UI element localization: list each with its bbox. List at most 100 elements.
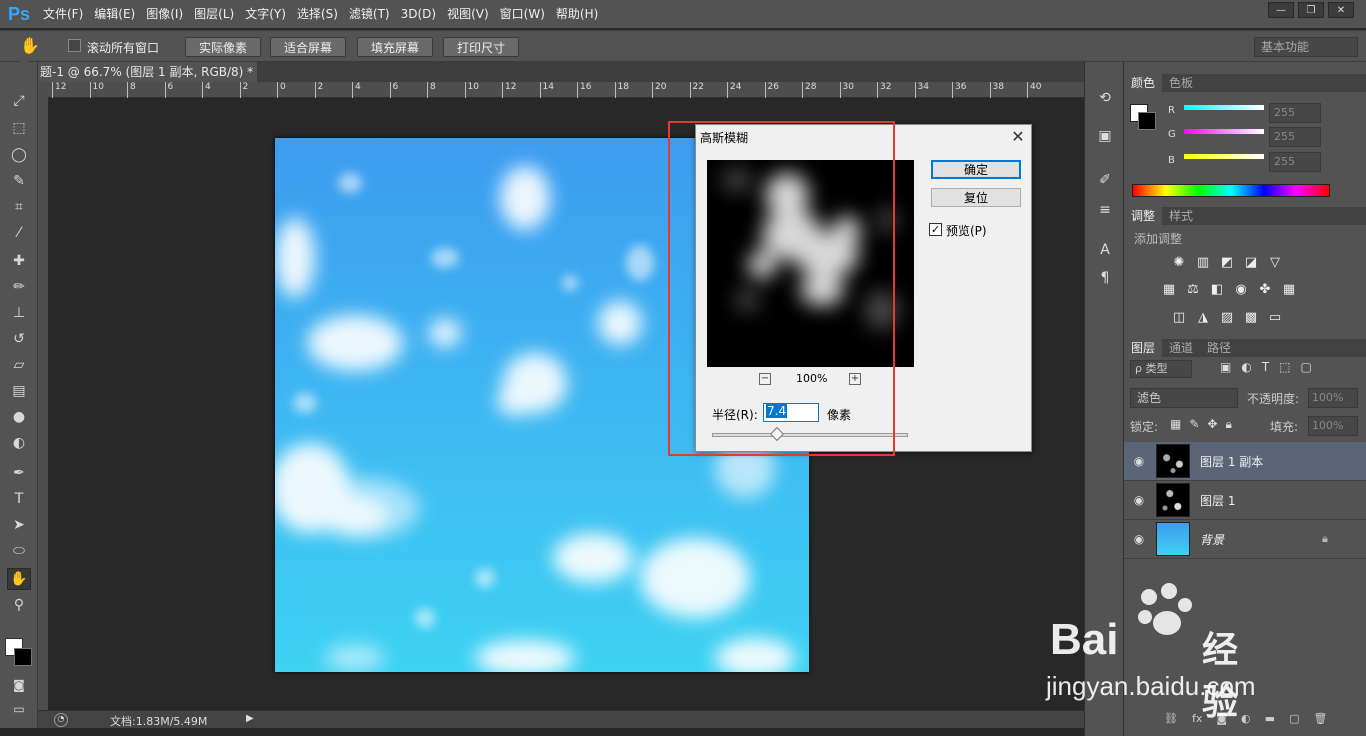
menu-layer[interactable]: 图层(L)	[189, 0, 239, 28]
pen-tool-icon[interactable]: ✒	[7, 462, 31, 484]
lock-position-icon[interactable]: ✥	[1207, 417, 1217, 432]
zoom-in-button[interactable]: +	[849, 373, 861, 385]
visibility-eye-icon[interactable]: ◉	[1124, 493, 1154, 507]
scroll-all-windows-checkbox[interactable]	[68, 39, 81, 52]
lasso-tool-icon[interactable]: ◯	[7, 144, 31, 166]
levels-icon[interactable]: ▥	[1194, 253, 1212, 271]
quick-mask-icon[interactable]: ◙	[7, 674, 31, 696]
menu-3d[interactable]: 3D(D)	[396, 0, 441, 28]
background-color-swatch[interactable]	[14, 648, 32, 666]
panel-background-swatch[interactable]	[1138, 112, 1156, 130]
invert-icon[interactable]: ◫	[1170, 308, 1188, 326]
menu-view[interactable]: 视图(V)	[442, 0, 494, 28]
eraser-tool-icon[interactable]: ▱	[7, 354, 31, 376]
tab-adjustments[interactable]: 调整	[1124, 207, 1163, 225]
blur-preview[interactable]	[707, 160, 914, 367]
zoom-out-button[interactable]: −	[759, 373, 771, 385]
ok-button[interactable]: 确定	[931, 160, 1021, 179]
layer-row-copy[interactable]: ◉ 图层 1 副本	[1124, 442, 1366, 481]
hue-saturation-icon[interactable]: ▦	[1160, 280, 1178, 298]
black-white-icon[interactable]: ◧	[1208, 280, 1226, 298]
screen-mode-icon[interactable]: ▭	[7, 698, 31, 720]
threshold-icon[interactable]: ▨	[1218, 308, 1236, 326]
selective-color-icon[interactable]: ▩	[1242, 308, 1260, 326]
radius-input[interactable]: 7.4	[763, 403, 819, 422]
filter-smart-icon[interactable]: ▢	[1301, 360, 1312, 374]
filter-shape-icon[interactable]: ⬚	[1279, 360, 1290, 374]
menu-image[interactable]: 图像(I)	[141, 0, 188, 28]
tab-color[interactable]: 颜色	[1124, 74, 1163, 92]
marquee-tool-icon[interactable]: ⬚	[7, 117, 31, 139]
brush-presets-icon[interactable]: ≡	[1095, 200, 1115, 220]
tab-swatches[interactable]: 色板	[1162, 74, 1200, 92]
document-tab[interactable]: 题-1 @ 66.7% (图层 1 副本, RGB/8) * ×	[38, 62, 258, 99]
new-group-icon[interactable]: ▬	[1265, 712, 1275, 725]
photo-filter-icon[interactable]: ◉	[1232, 280, 1250, 298]
brush-panel-icon[interactable]: ✐	[1095, 170, 1115, 190]
color-balance-icon[interactable]: ⚖	[1184, 280, 1202, 298]
layer-style-icon[interactable]: fx	[1192, 712, 1202, 725]
color-spectrum-bar[interactable]	[1132, 184, 1330, 197]
channel-b-value[interactable]: 255	[1269, 152, 1321, 172]
link-layers-icon[interactable]: ⛓	[1164, 712, 1178, 725]
channel-r-slider[interactable]	[1184, 105, 1264, 110]
menu-help[interactable]: 帮助(H)	[551, 0, 603, 28]
workspace-select[interactable]: 基本功能	[1254, 37, 1358, 57]
posterize-icon[interactable]: ◮	[1194, 308, 1212, 326]
fill-screen-button[interactable]: 填充屏幕	[357, 37, 433, 57]
brush-tool-icon[interactable]: ✏	[7, 276, 31, 298]
fit-screen-button[interactable]: 适合屏幕	[270, 37, 346, 57]
move-tool-icon[interactable]: ⤢	[7, 90, 31, 112]
menu-type[interactable]: 文字(Y)	[240, 0, 291, 28]
menu-filter[interactable]: 滤镜(T)	[344, 0, 395, 28]
menu-window[interactable]: 窗口(W)	[495, 0, 550, 28]
channel-b-slider[interactable]	[1184, 154, 1264, 159]
fill-input[interactable]: 100%	[1308, 416, 1358, 436]
gradient-tool-icon[interactable]: ▤	[7, 380, 31, 402]
curves-icon[interactable]: ◩	[1218, 253, 1236, 271]
visibility-eye-icon[interactable]: ◉	[1124, 532, 1154, 546]
tab-styles[interactable]: 样式	[1162, 207, 1200, 225]
properties-panel-icon[interactable]: ▣	[1095, 126, 1115, 146]
channel-g-slider[interactable]	[1184, 129, 1264, 134]
actual-pixels-button[interactable]: 实际像素	[185, 37, 261, 57]
filter-adjustment-icon[interactable]: ◐	[1241, 360, 1251, 374]
dialog-close-icon[interactable]: ✕	[1008, 127, 1028, 146]
lock-all-icon[interactable]: 🔒︎	[1225, 417, 1231, 432]
layer-filter-select[interactable]: ρ 类型	[1130, 360, 1192, 378]
filter-type-icon[interactable]: T	[1262, 360, 1269, 374]
print-size-button[interactable]: 打印尺寸	[443, 37, 519, 57]
channel-g-value[interactable]: 255	[1269, 127, 1321, 147]
healing-brush-tool-icon[interactable]: ✚	[7, 250, 31, 272]
minimize-button[interactable]: —	[1268, 2, 1294, 18]
new-adjustment-icon[interactable]: ◐	[1241, 712, 1251, 725]
lock-pixels-icon[interactable]: ✎	[1189, 417, 1199, 432]
hand-tool-preset-icon[interactable]: ✋▾	[20, 36, 46, 74]
tab-layers[interactable]: 图层	[1124, 339, 1163, 357]
character-panel-icon[interactable]: A	[1095, 240, 1115, 260]
color-lookup-icon[interactable]: ▦	[1280, 280, 1298, 298]
exposure-icon[interactable]: ◪	[1242, 253, 1260, 271]
menu-edit[interactable]: 编辑(E)	[89, 0, 140, 28]
paragraph-panel-icon[interactable]: ¶	[1095, 268, 1115, 288]
layer-row-background[interactable]: ◉ 背景 🔒︎	[1124, 520, 1366, 559]
dodge-tool-icon[interactable]: ◐	[7, 432, 31, 454]
ellipse-tool-icon[interactable]: ⬭	[7, 540, 31, 562]
restore-button[interactable]: ❐	[1298, 2, 1324, 18]
preview-checkbox[interactable]: ✓	[929, 223, 942, 236]
crop-tool-icon[interactable]: ⌗	[7, 196, 31, 218]
quick-select-tool-icon[interactable]: ✎	[7, 170, 31, 192]
brightness-icon[interactable]: ✺	[1170, 253, 1188, 271]
history-panel-icon[interactable]: ⟲	[1095, 88, 1115, 108]
status-menu-icon[interactable]: ◔	[54, 713, 68, 727]
channel-r-value[interactable]: 255	[1269, 103, 1321, 123]
tab-channels[interactable]: 通道	[1162, 339, 1200, 357]
vibrance-icon[interactable]: ▽	[1266, 253, 1284, 271]
tab-paths[interactable]: 路径	[1200, 339, 1238, 357]
stamp-tool-icon[interactable]: ⊥	[7, 302, 31, 324]
channel-mixer-icon[interactable]: ✤	[1256, 280, 1274, 298]
gradient-map-icon[interactable]: ▭	[1266, 308, 1284, 326]
opacity-input[interactable]: 100%	[1308, 388, 1358, 408]
layer-row-1[interactable]: ◉ 图层 1	[1124, 481, 1366, 520]
blur-tool-icon[interactable]: ●	[7, 406, 31, 428]
